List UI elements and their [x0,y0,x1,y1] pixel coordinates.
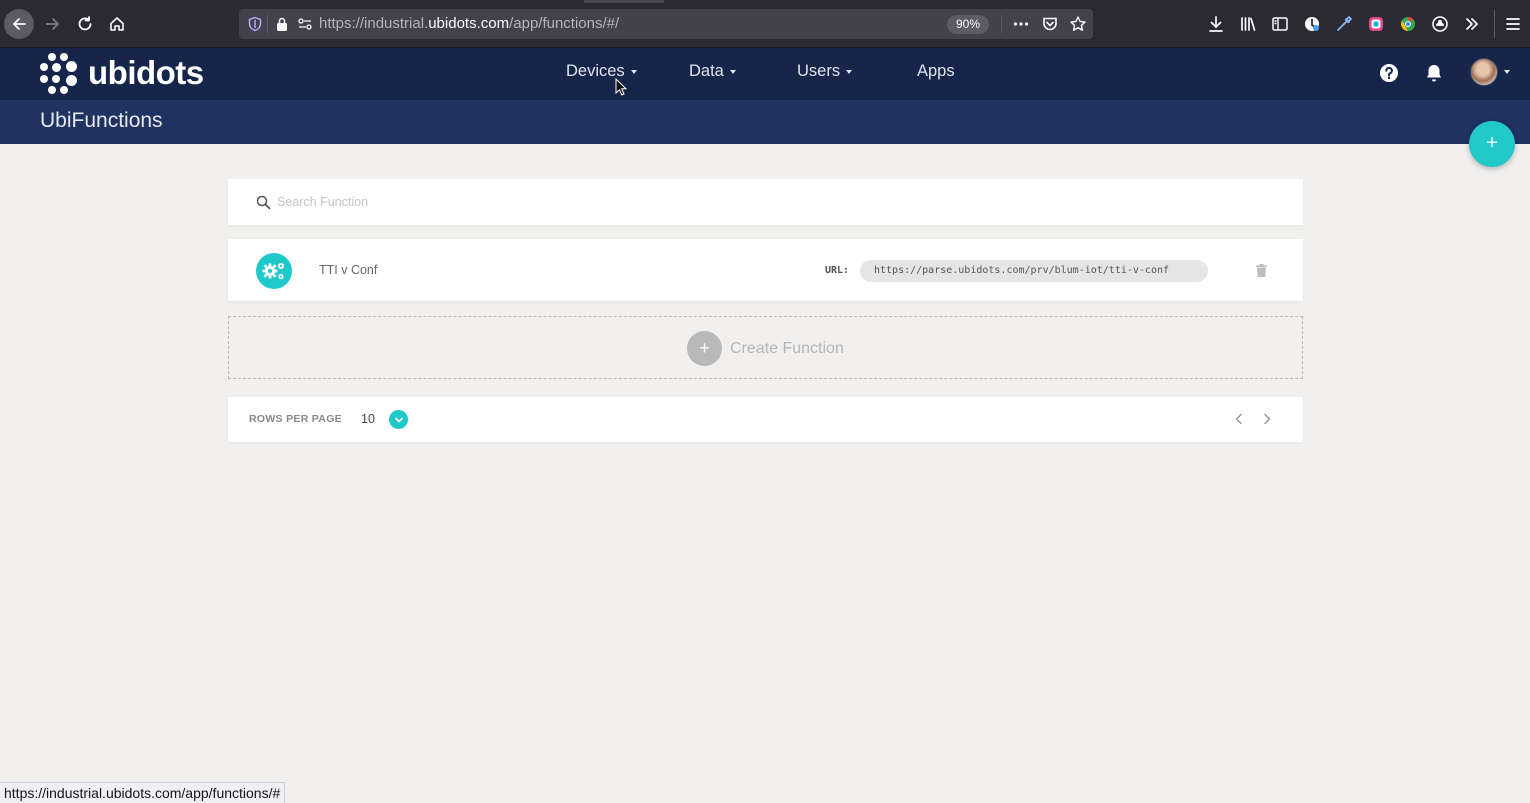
caret-down-icon[interactable] [1504,70,1510,74]
browser-toolbar: https://industrial.ubidots.com/app/funct… [0,0,1530,48]
zoom-badge[interactable]: 90% [947,15,989,34]
shield-icon[interactable] [247,16,263,32]
caret-down-icon [846,69,853,74]
permissions-icon[interactable] [297,16,313,32]
ubidots-logo[interactable]: ubidots [40,53,204,94]
forward-button[interactable] [38,9,68,39]
url-prefix: https://industrial. [319,15,429,32]
reload-button[interactable] [70,9,100,39]
page-title: UbiFunctions [40,109,163,132]
function-row[interactable]: TTI v Conf URL: https://parse.ubidots.co… [228,239,1303,301]
search-icon [256,195,271,210]
extension-globe-icon[interactable] [1302,14,1322,34]
hamburger-menu-icon[interactable] [1503,14,1523,34]
function-url[interactable]: https://parse.ubidots.com/prv/blum-iot/t… [860,260,1208,282]
arrow-right-icon [46,18,59,30]
separator [1494,10,1495,38]
bell-icon[interactable] [1423,62,1445,84]
library-icon[interactable] [1238,14,1258,34]
help-icon[interactable] [1378,62,1400,84]
create-function-button[interactable]: + Create Function [687,331,844,366]
page-subheader: UbiFunctions [0,100,1530,144]
url-path: /app/functions/#/ [509,15,620,32]
logo-dots-icon [40,53,80,94]
lock-icon[interactable] [275,16,289,32]
rows-per-page-value[interactable]: 10 [361,412,375,426]
create-function-label: Create Function [730,339,844,357]
url-label: URL: [825,265,850,276]
chevron-left-icon[interactable] [1234,413,1244,425]
trash-icon[interactable] [1256,264,1267,277]
status-bar-url: https://industrial.ubidots.com/app/funct… [0,782,286,803]
search-card [228,179,1303,225]
pagination-bar: ROWS PER PAGE 10 [228,397,1303,442]
url-text[interactable]: https://industrial.ubidots.com/app/funct… [319,15,619,32]
app-navbar: ubidots Devices Data Users Apps [0,48,1530,100]
mouse-cursor-icon [615,78,627,96]
create-function-area[interactable]: + Create Function [228,316,1303,379]
back-button[interactable] [4,9,34,39]
nav-apps-label: Apps [917,62,955,80]
download-icon[interactable] [1206,14,1226,34]
nav-apps[interactable]: Apps [917,62,955,81]
nav-users-label: Users [797,62,841,80]
gears-icon [256,253,292,289]
nav-data-label: Data [689,62,724,80]
chrome-extension-icon[interactable] [1398,14,1418,34]
separator [267,15,268,33]
pocket-icon[interactable] [1041,15,1059,33]
chevron-down-icon [394,417,403,422]
account-extension-icon[interactable] [1430,14,1450,34]
search-input[interactable] [277,191,1177,213]
caret-down-icon [729,69,736,74]
home-icon [110,17,124,31]
home-button[interactable] [102,9,132,39]
address-bar[interactable]: https://industrial.ubidots.com/app/funct… [239,9,1093,39]
nav-users[interactable]: Users [797,62,853,81]
arrow-left-icon [13,18,26,30]
bookmark-star-icon[interactable] [1069,15,1087,33]
chevron-right-icon[interactable] [1262,413,1272,425]
caret-down-icon [630,69,637,74]
avatar[interactable] [1470,58,1498,86]
url-host: ubidots.com [428,15,510,32]
rows-per-page-label: ROWS PER PAGE [249,413,342,425]
sidebar-icon[interactable] [1270,14,1290,34]
overflow-chevron-icon[interactable] [1462,14,1482,34]
add-function-fab[interactable]: + [1469,121,1515,167]
more-actions-icon[interactable] [1012,15,1030,33]
color-extension-icon[interactable] [1366,14,1386,34]
logo-text: ubidots [88,54,204,91]
reload-icon [78,16,92,31]
separator [1001,15,1002,33]
nav-data[interactable]: Data [689,62,736,81]
tab-indicator [584,0,664,3]
function-name[interactable]: TTI v Conf [319,263,377,277]
rows-per-page-dropdown[interactable] [389,410,408,429]
eyedropper-icon[interactable] [1334,14,1354,34]
plus-icon: + [687,331,722,366]
